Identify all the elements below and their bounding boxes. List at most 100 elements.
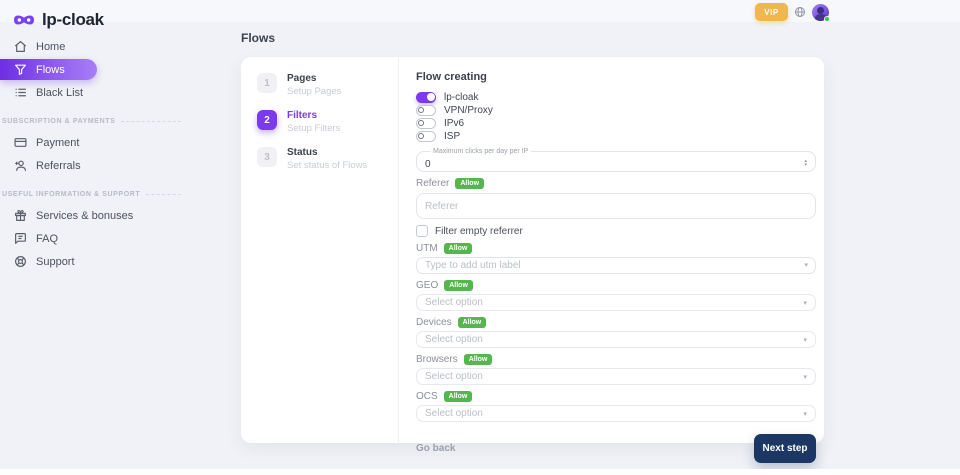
sidebar-item-label: Support	[36, 256, 75, 268]
toggle-row-lp-cloak[interactable]: lp-cloak	[416, 91, 816, 103]
max-clicks-label: Maximum clicks per day per IP	[430, 148, 531, 155]
lp-cloak-toggle[interactable]	[416, 92, 436, 103]
max-clicks-input[interactable]	[425, 159, 769, 171]
sidebar-item-support[interactable]: Support	[0, 251, 195, 272]
step-subtitle: Setup Filters	[287, 123, 340, 134]
user-avatar[interactable]	[812, 4, 829, 21]
sidebar-item-label: Flows	[36, 64, 65, 76]
geo-label: GEO	[416, 280, 438, 291]
step-title: Filters	[287, 110, 340, 122]
sidebar-item-label: Referrals	[36, 160, 81, 172]
number-stepper-icon[interactable]: ▴ ▾	[804, 159, 807, 167]
filter-empty-referrer-checkbox[interactable]	[416, 225, 428, 237]
devices-allow-badge[interactable]: Allow	[458, 317, 487, 328]
utm-label-row: UTM Allow	[416, 243, 816, 254]
step-title: Pages	[287, 73, 341, 85]
toggle-row-isp[interactable]: ISP	[416, 130, 816, 142]
next-step-button[interactable]: Next step	[754, 434, 816, 463]
sidebar-item-services[interactable]: Services & bonuses	[0, 205, 195, 226]
toggle-knob	[427, 93, 435, 101]
language-globe-icon[interactable]	[794, 6, 806, 18]
form-footer: Go back Next step	[416, 434, 816, 463]
utm-allow-badge[interactable]: Allow	[444, 243, 473, 254]
sidebar: lp-cloak Home Flows Black List SUBSCRIPT…	[0, 0, 195, 469]
ocs-allow-badge[interactable]: Allow	[444, 391, 473, 402]
referer-input[interactable]	[416, 193, 816, 219]
toggle-label: IPv6	[444, 118, 464, 129]
step-title: Status	[287, 147, 367, 159]
select-placeholder: Select option	[425, 297, 483, 308]
ocs-label: OCS	[416, 391, 438, 402]
sidebar-item-referrals[interactable]: Referrals	[0, 155, 195, 176]
referer-label: Referer	[416, 178, 449, 189]
sidebar-item-label: Black List	[36, 87, 83, 99]
brand-logo[interactable]: lp-cloak	[0, 0, 195, 30]
flow-card: 1 Pages Setup Pages 2 Filters Setup Filt…	[241, 57, 824, 443]
step-subtitle: Setup Pages	[287, 86, 341, 97]
vpn-proxy-toggle[interactable]	[416, 105, 436, 116]
utm-input[interactable]	[416, 257, 816, 274]
vip-button[interactable]: VIP	[755, 3, 788, 21]
section-label: SUBSCRIPTION & PAYMENTS	[2, 118, 115, 125]
sidebar-item-black-list[interactable]: Black List	[0, 82, 195, 103]
sidebar-nav: Home Flows Black List SUBSCRIPTION & PAY…	[0, 36, 195, 272]
utm-combo: ▾	[416, 257, 816, 274]
toggle-knob	[418, 133, 424, 139]
gift-icon	[14, 209, 27, 222]
select-placeholder: Select option	[425, 408, 483, 419]
app-root: lp-cloak Home Flows Black List SUBSCRIPT…	[0, 0, 960, 469]
isp-toggle[interactable]	[416, 131, 436, 142]
sidebar-item-label: FAQ	[36, 233, 58, 245]
step-pages[interactable]: 1 Pages Setup Pages	[241, 73, 398, 97]
sidebar-item-flows[interactable]: Flows	[0, 59, 97, 80]
ocs-label-row: OCS Allow	[416, 391, 816, 402]
chevron-down-icon: ▾	[803, 410, 807, 418]
select-placeholder: Select option	[425, 371, 483, 382]
sidebar-item-label: Services & bonuses	[36, 210, 133, 222]
credit-card-icon	[14, 136, 27, 149]
devices-select[interactable]: Select option ▾	[416, 331, 816, 348]
filter-empty-referrer-row[interactable]: Filter empty referrer	[416, 225, 816, 237]
brand-name: lp-cloak	[42, 10, 104, 30]
toggle-row-vpn-proxy[interactable]: VPN/Proxy	[416, 104, 816, 116]
geo-allow-badge[interactable]: Allow	[444, 280, 473, 291]
sidebar-item-home[interactable]: Home	[0, 36, 195, 57]
toggle-row-ipv6[interactable]: IPv6	[416, 117, 816, 129]
chevron-down-icon: ▾	[803, 336, 807, 344]
flow-form: Flow creating lp-cloak VPN/Proxy IPv6 IS…	[400, 57, 824, 463]
sidebar-section-support: USEFUL INFORMATION & SUPPORT	[2, 191, 181, 198]
sidebar-item-payment[interactable]: Payment	[0, 132, 195, 153]
devices-label-row: Devices Allow	[416, 317, 816, 328]
home-icon	[14, 40, 27, 53]
browsers-label-row: Browsers Allow	[416, 354, 816, 365]
step-status[interactable]: 3 Status Set status of Flows	[241, 147, 398, 171]
sidebar-section-subscription: SUBSCRIPTION & PAYMENTS	[2, 118, 181, 125]
life-ring-icon	[14, 255, 27, 268]
go-back-link[interactable]: Go back	[416, 443, 455, 454]
browsers-allow-badge[interactable]: Allow	[464, 354, 493, 365]
browsers-select[interactable]: Select option ▾	[416, 368, 816, 385]
flows-icon	[14, 63, 27, 76]
toggle-label: lp-cloak	[444, 92, 478, 103]
browsers-label: Browsers	[416, 354, 458, 365]
checkbox-label: Filter empty referrer	[435, 226, 523, 237]
form-title: Flow creating	[416, 71, 816, 83]
mask-logo-icon	[13, 13, 35, 27]
max-clicks-field: Maximum clicks per day per IP ▴ ▾	[416, 148, 816, 172]
toggle-label: VPN/Proxy	[444, 105, 493, 116]
referral-user-icon	[14, 159, 27, 172]
geo-label-row: GEO Allow	[416, 280, 816, 291]
ipv6-toggle[interactable]	[416, 118, 436, 129]
sidebar-item-faq[interactable]: FAQ	[0, 228, 195, 249]
devices-label: Devices	[416, 317, 452, 328]
step-subtitle: Set status of Flows	[287, 160, 367, 171]
step-number: 1	[257, 73, 277, 93]
referer-allow-badge[interactable]: Allow	[455, 178, 484, 189]
step-filters[interactable]: 2 Filters Setup Filters	[241, 110, 398, 134]
topbar: VIP	[755, 3, 829, 21]
geo-select[interactable]: Select option ▾	[416, 294, 816, 311]
select-placeholder: Select option	[425, 334, 483, 345]
ocs-select[interactable]: Select option ▾	[416, 405, 816, 422]
toggle-knob	[418, 120, 424, 126]
utm-label: UTM	[416, 243, 438, 254]
